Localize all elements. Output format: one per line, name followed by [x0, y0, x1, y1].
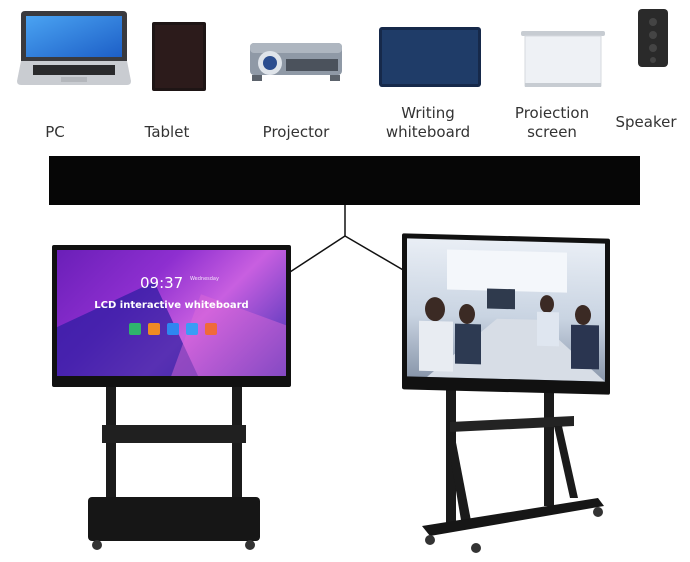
app-phone-icon	[129, 323, 141, 335]
app-folder-icon	[205, 323, 217, 335]
left-display-time: 09:37	[140, 274, 184, 292]
left-display-screen: 09:37 Wednesday LCD interactive whiteboa…	[57, 250, 286, 376]
meeting-room-icon	[419, 249, 605, 382]
right-display-screen	[407, 238, 605, 382]
app-calendar-icon	[186, 323, 198, 335]
app-bolt-icon	[167, 323, 179, 335]
left-display-title: LCD interactive whiteboard	[94, 300, 249, 311]
left-display-day: Wednesday	[190, 276, 219, 282]
left-display-bezel: 09:37 Wednesday LCD interactive whiteboa…	[52, 245, 291, 387]
app-camera-icon	[148, 323, 160, 335]
right-display-bezel	[402, 233, 610, 395]
